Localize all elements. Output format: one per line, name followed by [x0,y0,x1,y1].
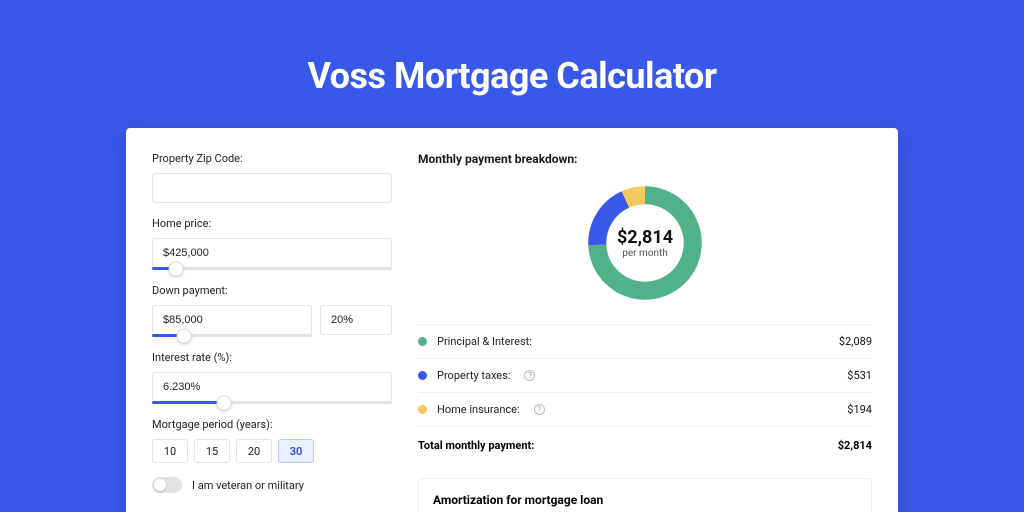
down-payment-percent-input[interactable] [320,305,392,335]
home-price-group: Home price: [152,217,392,270]
down-payment-group: Down payment: [152,284,392,337]
breakdown-column: Monthly payment breakdown: $2,814 per mo… [418,152,872,512]
legend-value: $531 [847,369,872,382]
breakdown-title: Monthly payment breakdown: [418,152,872,166]
legend: Principal & Interest: $2,089 Property taxe… [418,324,872,427]
interest-input[interactable] [152,372,392,402]
slider-thumb[interactable] [169,261,184,276]
info-icon[interactable]: ? [524,370,535,381]
legend-value: $194 [847,403,872,416]
total-row: Total monthly payment: $2,814 [418,427,872,464]
period-option-20[interactable]: 20 [236,439,272,463]
donut-amount: $2,814 [617,227,673,248]
amortization-title: Amortization for mortgage loan [433,493,857,507]
toggle-knob [154,479,166,491]
down-payment-label: Down payment: [152,284,392,297]
interest-group: Interest rate (%): [152,351,392,404]
veteran-label: I am veteran or military [192,479,304,492]
down-payment-slider[interactable] [152,334,312,337]
legend-dot [418,371,427,380]
page-title: Voss Mortgage Calculator [0,0,1024,97]
calculator-panel: Property Zip Code: Home price: Down paym… [126,128,898,512]
legend-dot [418,337,427,346]
period-label: Mortgage period (years): [152,418,392,431]
veteran-row: I am veteran or military [152,477,392,493]
period-option-30[interactable]: 30 [278,439,314,463]
amortization-card: Amortization for mortgage loan Amortizat… [418,478,872,512]
legend-row: Principal & Interest: $2,089 [418,325,872,359]
info-icon[interactable]: ? [534,404,545,415]
home-price-label: Home price: [152,217,392,230]
legend-label: Principal & Interest: [437,335,532,348]
period-options: 10152030 [152,439,392,463]
total-value: $2,814 [838,439,872,452]
zip-label: Property Zip Code: [152,152,392,165]
donut-chart-wrap: $2,814 per month [418,180,872,306]
home-price-input[interactable] [152,238,392,268]
zip-input[interactable] [152,173,392,203]
interest-slider[interactable] [152,401,392,404]
period-group: Mortgage period (years): 10152030 [152,418,392,463]
legend-dot [418,405,427,414]
period-option-10[interactable]: 10 [152,439,188,463]
form-column: Property Zip Code: Home price: Down paym… [152,152,392,512]
interest-label: Interest rate (%): [152,351,392,364]
veteran-toggle[interactable] [152,477,182,493]
period-option-15[interactable]: 15 [194,439,230,463]
donut-sub: per month [622,248,668,259]
legend-label: Property taxes: [437,369,510,382]
zip-group: Property Zip Code: [152,152,392,203]
slider-thumb[interactable] [217,395,232,410]
donut-chart: $2,814 per month [582,180,708,306]
home-price-slider[interactable] [152,267,392,270]
legend-row: Property taxes:? $531 [418,359,872,393]
total-label: Total monthly payment: [418,439,534,452]
slider-thumb[interactable] [177,328,192,343]
legend-row: Home insurance:? $194 [418,393,872,427]
down-payment-input[interactable] [152,305,312,335]
legend-value: $2,089 [839,335,872,348]
legend-label: Home insurance: [437,403,520,416]
